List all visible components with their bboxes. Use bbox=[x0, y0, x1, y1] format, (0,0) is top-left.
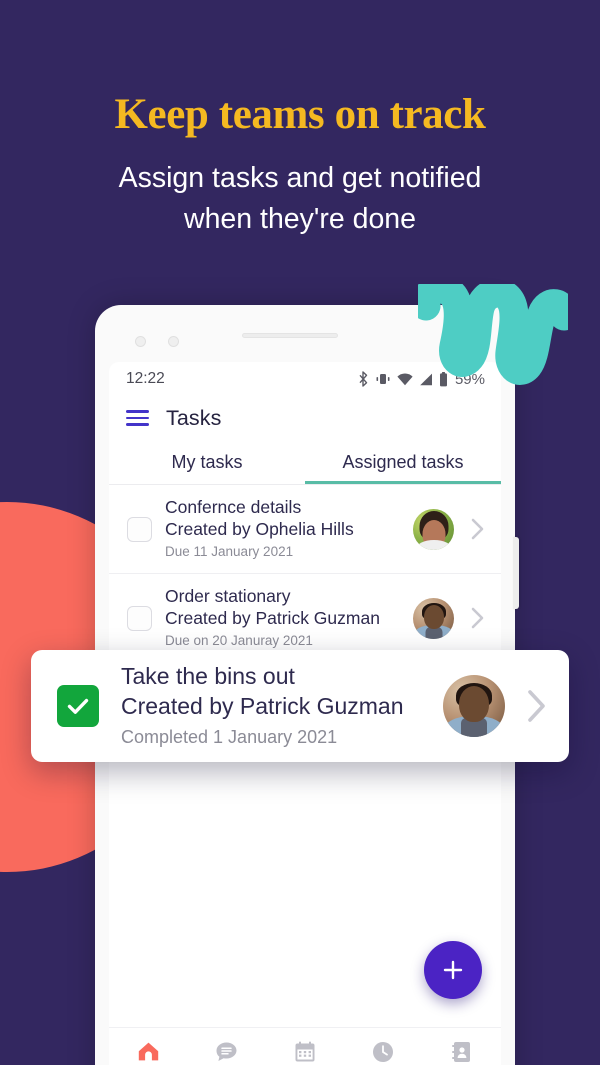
task-due-date: Due on 20 Januray 2021 bbox=[165, 632, 313, 648]
tab-my-tasks[interactable]: My tasks bbox=[109, 440, 305, 484]
tab-assigned-tasks[interactable]: Assigned tasks bbox=[305, 440, 501, 484]
nav-item-news-feed[interactable]: News feed bbox=[187, 1040, 265, 1065]
people-icon bbox=[452, 1040, 471, 1064]
tab-bar: My tasks Assigned tasks bbox=[109, 440, 501, 484]
task-title: Confernce details bbox=[165, 497, 302, 517]
calendar-icon bbox=[294, 1040, 316, 1064]
promo-screenshot: Keep teams on track Assign tasks and get… bbox=[0, 0, 600, 1065]
avatar bbox=[413, 508, 454, 550]
chevron-right-icon[interactable] bbox=[467, 607, 487, 629]
nav-item-home[interactable]: Home bbox=[109, 1040, 187, 1065]
chevron-right-icon[interactable] bbox=[467, 518, 487, 540]
w-squiggle-logo bbox=[418, 284, 568, 386]
promo-subhead: Assign tasks and get notified when they'… bbox=[0, 158, 600, 239]
task-checkbox[interactable] bbox=[127, 516, 152, 542]
tab-assigned-tasks-label: Assigned tasks bbox=[342, 451, 464, 472]
vibrate-icon bbox=[375, 372, 391, 386]
avatar-head bbox=[459, 686, 489, 722]
highlight-task-text: Take the bins out Created by Patrick Guz… bbox=[121, 662, 421, 750]
avatar-body bbox=[415, 539, 452, 550]
promo-headline: Keep teams on track bbox=[114, 91, 486, 138]
wifi-icon bbox=[397, 373, 413, 386]
task-text: Confernce details Created by Ophelia Hil… bbox=[165, 496, 400, 562]
task-checkbox[interactable] bbox=[127, 605, 152, 631]
promo-subhead-line-2: when they're done bbox=[183, 202, 417, 235]
task-creator: Created by Ophelia Hills bbox=[165, 519, 354, 540]
app-bar: Tasks bbox=[109, 396, 501, 440]
avatar-head bbox=[423, 604, 444, 629]
front-camera-icon bbox=[135, 336, 146, 347]
task-text: Order stationary Created by Patrick Guzm… bbox=[165, 585, 400, 651]
task-creator: Created by Patrick Guzman bbox=[165, 608, 380, 629]
add-task-fab[interactable] bbox=[424, 941, 482, 999]
hamburger-menu-icon[interactable] bbox=[126, 410, 149, 426]
bluetooth-icon bbox=[358, 371, 369, 387]
promo-text-block: Keep teams on track Assign tasks and get… bbox=[0, 91, 600, 239]
highlight-task-title: Take the bins out bbox=[121, 663, 295, 690]
page-title: Tasks bbox=[166, 405, 222, 430]
avatar bbox=[413, 597, 454, 639]
chevron-right-icon[interactable] bbox=[527, 689, 547, 723]
highlight-task-card[interactable]: Take the bins out Created by Patrick Guz… bbox=[31, 650, 569, 762]
task-due-date: Due 11 January 2021 bbox=[165, 543, 294, 559]
tab-my-tasks-label: My tasks bbox=[171, 451, 243, 472]
phone-sensor-cluster bbox=[135, 336, 179, 347]
task-title: Order stationary bbox=[165, 586, 291, 607]
news-feed-icon bbox=[215, 1040, 238, 1064]
promo-subhead-line-1: Assign tasks and get notified bbox=[118, 162, 482, 195]
table-row[interactable]: Confernce details Created by Ophelia Hil… bbox=[109, 485, 501, 575]
status-time: 12:22 bbox=[126, 370, 165, 387]
phone-side-button bbox=[513, 537, 519, 609]
nav-item-schedule[interactable]: Schedule bbox=[266, 1040, 344, 1065]
highlight-task-creator: Created by Patrick Guzman bbox=[121, 692, 404, 719]
nav-item-timesheets[interactable]: Timesheets bbox=[344, 1040, 422, 1065]
earpiece-speaker bbox=[242, 333, 338, 338]
nav-item-people[interactable]: People bbox=[423, 1040, 501, 1065]
checkmark-icon[interactable] bbox=[57, 685, 99, 727]
proximity-sensor-icon bbox=[168, 336, 179, 347]
clock-icon bbox=[372, 1040, 394, 1064]
bottom-navigation: Home News feed bbox=[109, 1027, 501, 1065]
highlight-task-completed-date: Completed 1 January 2021 bbox=[121, 726, 338, 747]
home-icon bbox=[137, 1040, 160, 1064]
avatar bbox=[443, 675, 505, 737]
